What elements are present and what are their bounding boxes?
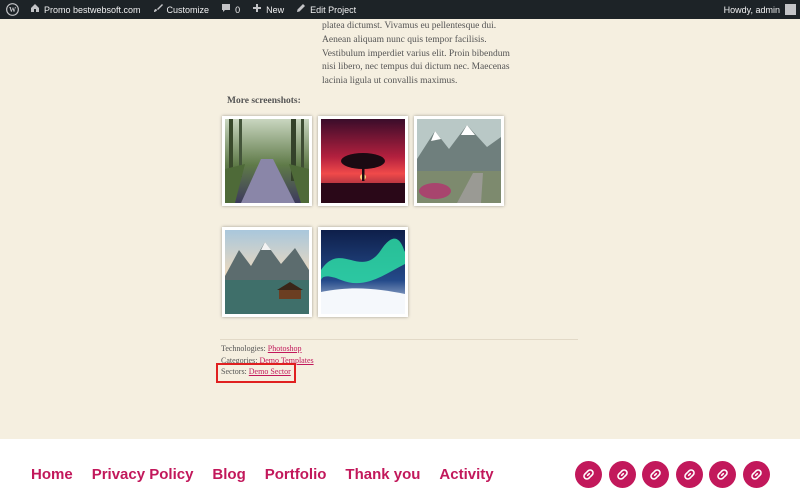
comment-icon — [221, 3, 231, 16]
site-name-link[interactable]: Promo bestwebsoft.com — [24, 0, 147, 19]
avatar — [785, 4, 796, 15]
footer-link-privacy-policy[interactable]: Privacy Policy — [92, 466, 194, 483]
social-link-button[interactable] — [575, 461, 602, 488]
new-content-link[interactable]: New — [246, 0, 290, 19]
highlight-annotation-box — [216, 363, 296, 383]
social-link-button[interactable] — [742, 461, 770, 488]
pencil-icon — [296, 3, 306, 16]
footer-link-thank-you[interactable]: Thank you — [345, 466, 420, 483]
new-label: New — [266, 4, 285, 15]
social-link-button[interactable] — [675, 461, 703, 488]
link-icon — [717, 469, 728, 480]
screenshot-thumbnail-forest-road[interactable] — [222, 116, 312, 206]
social-link-button[interactable] — [709, 461, 736, 488]
article-line: platea dictumst. Vivamus eu pellentesque… — [322, 21, 497, 31]
social-link-button[interactable] — [608, 461, 636, 488]
aurora-image — [321, 230, 405, 314]
technologies-link[interactable]: Photoshop — [268, 344, 302, 353]
comments-count: 0 — [235, 4, 241, 15]
edit-project-link[interactable]: Edit Project — [290, 0, 362, 19]
footer-link-activity[interactable]: Activity — [439, 466, 493, 483]
customize-link[interactable]: Customize — [147, 0, 216, 19]
link-icon — [650, 469, 661, 480]
more-screenshots-heading: More screenshots: — [227, 96, 301, 106]
screenshot-thumbnail-mountain-path[interactable] — [414, 116, 504, 206]
wordpress-logo-button[interactable]: W — [0, 0, 24, 19]
footer-link-home[interactable]: Home — [31, 466, 73, 483]
screenshot-thumbnail-tree-sunset[interactable] — [318, 116, 408, 206]
home-icon — [30, 3, 40, 16]
link-icon — [616, 469, 628, 480]
social-links — [575, 461, 776, 488]
link-icon — [583, 469, 594, 480]
user-account-menu[interactable]: Howdy, admin — [718, 0, 800, 19]
footer-nav: Home Privacy Policy Blog Portfolio Thank… — [31, 466, 513, 483]
lake-cabin-image — [225, 230, 309, 314]
article-line: Vestibulum imperdiet varius elit. Proin … — [322, 48, 510, 59]
screenshot-thumbnail-lake-cabin[interactable] — [222, 227, 312, 317]
meta-divider — [220, 339, 578, 340]
article-line: nisi libero, nec tempus dui dictum nec. … — [322, 62, 510, 73]
admin-bar: W Promo bestwebsoft.com Customize 0 New … — [0, 0, 800, 19]
technologies-row: Technologies: Photoshop — [221, 343, 314, 355]
article-body: platea dictumst. Vivamus eu pellentesque… — [322, 20, 512, 89]
tree-sunset-image — [321, 119, 405, 203]
comments-link[interactable]: 0 — [215, 0, 246, 19]
customize-label: Customize — [166, 4, 210, 15]
article-line: Aenean aliquam nunc quis tempor facilisi… — [322, 34, 487, 45]
screenshot-thumbnail-aurora[interactable] — [318, 227, 408, 317]
howdy-label: Howdy, admin — [723, 4, 780, 15]
technologies-label: Technologies: — [221, 344, 266, 353]
article-line: lacinia ligula ut convallis maximus. — [322, 76, 458, 87]
edit-project-label: Edit Project — [310, 4, 357, 15]
site-name-label: Promo bestwebsoft.com — [44, 4, 141, 15]
forest-road-image — [225, 119, 309, 203]
mountain-path-image — [417, 119, 501, 203]
plus-icon — [252, 3, 262, 16]
paintbrush-icon — [153, 3, 163, 16]
svg-text:W: W — [8, 6, 16, 14]
social-link-button[interactable] — [642, 461, 669, 488]
link-icon — [750, 469, 762, 480]
footer-link-portfolio[interactable]: Portfolio — [265, 466, 327, 483]
footer-link-blog[interactable]: Blog — [212, 466, 245, 483]
wordpress-icon: W — [5, 3, 19, 16]
link-icon — [683, 469, 695, 480]
